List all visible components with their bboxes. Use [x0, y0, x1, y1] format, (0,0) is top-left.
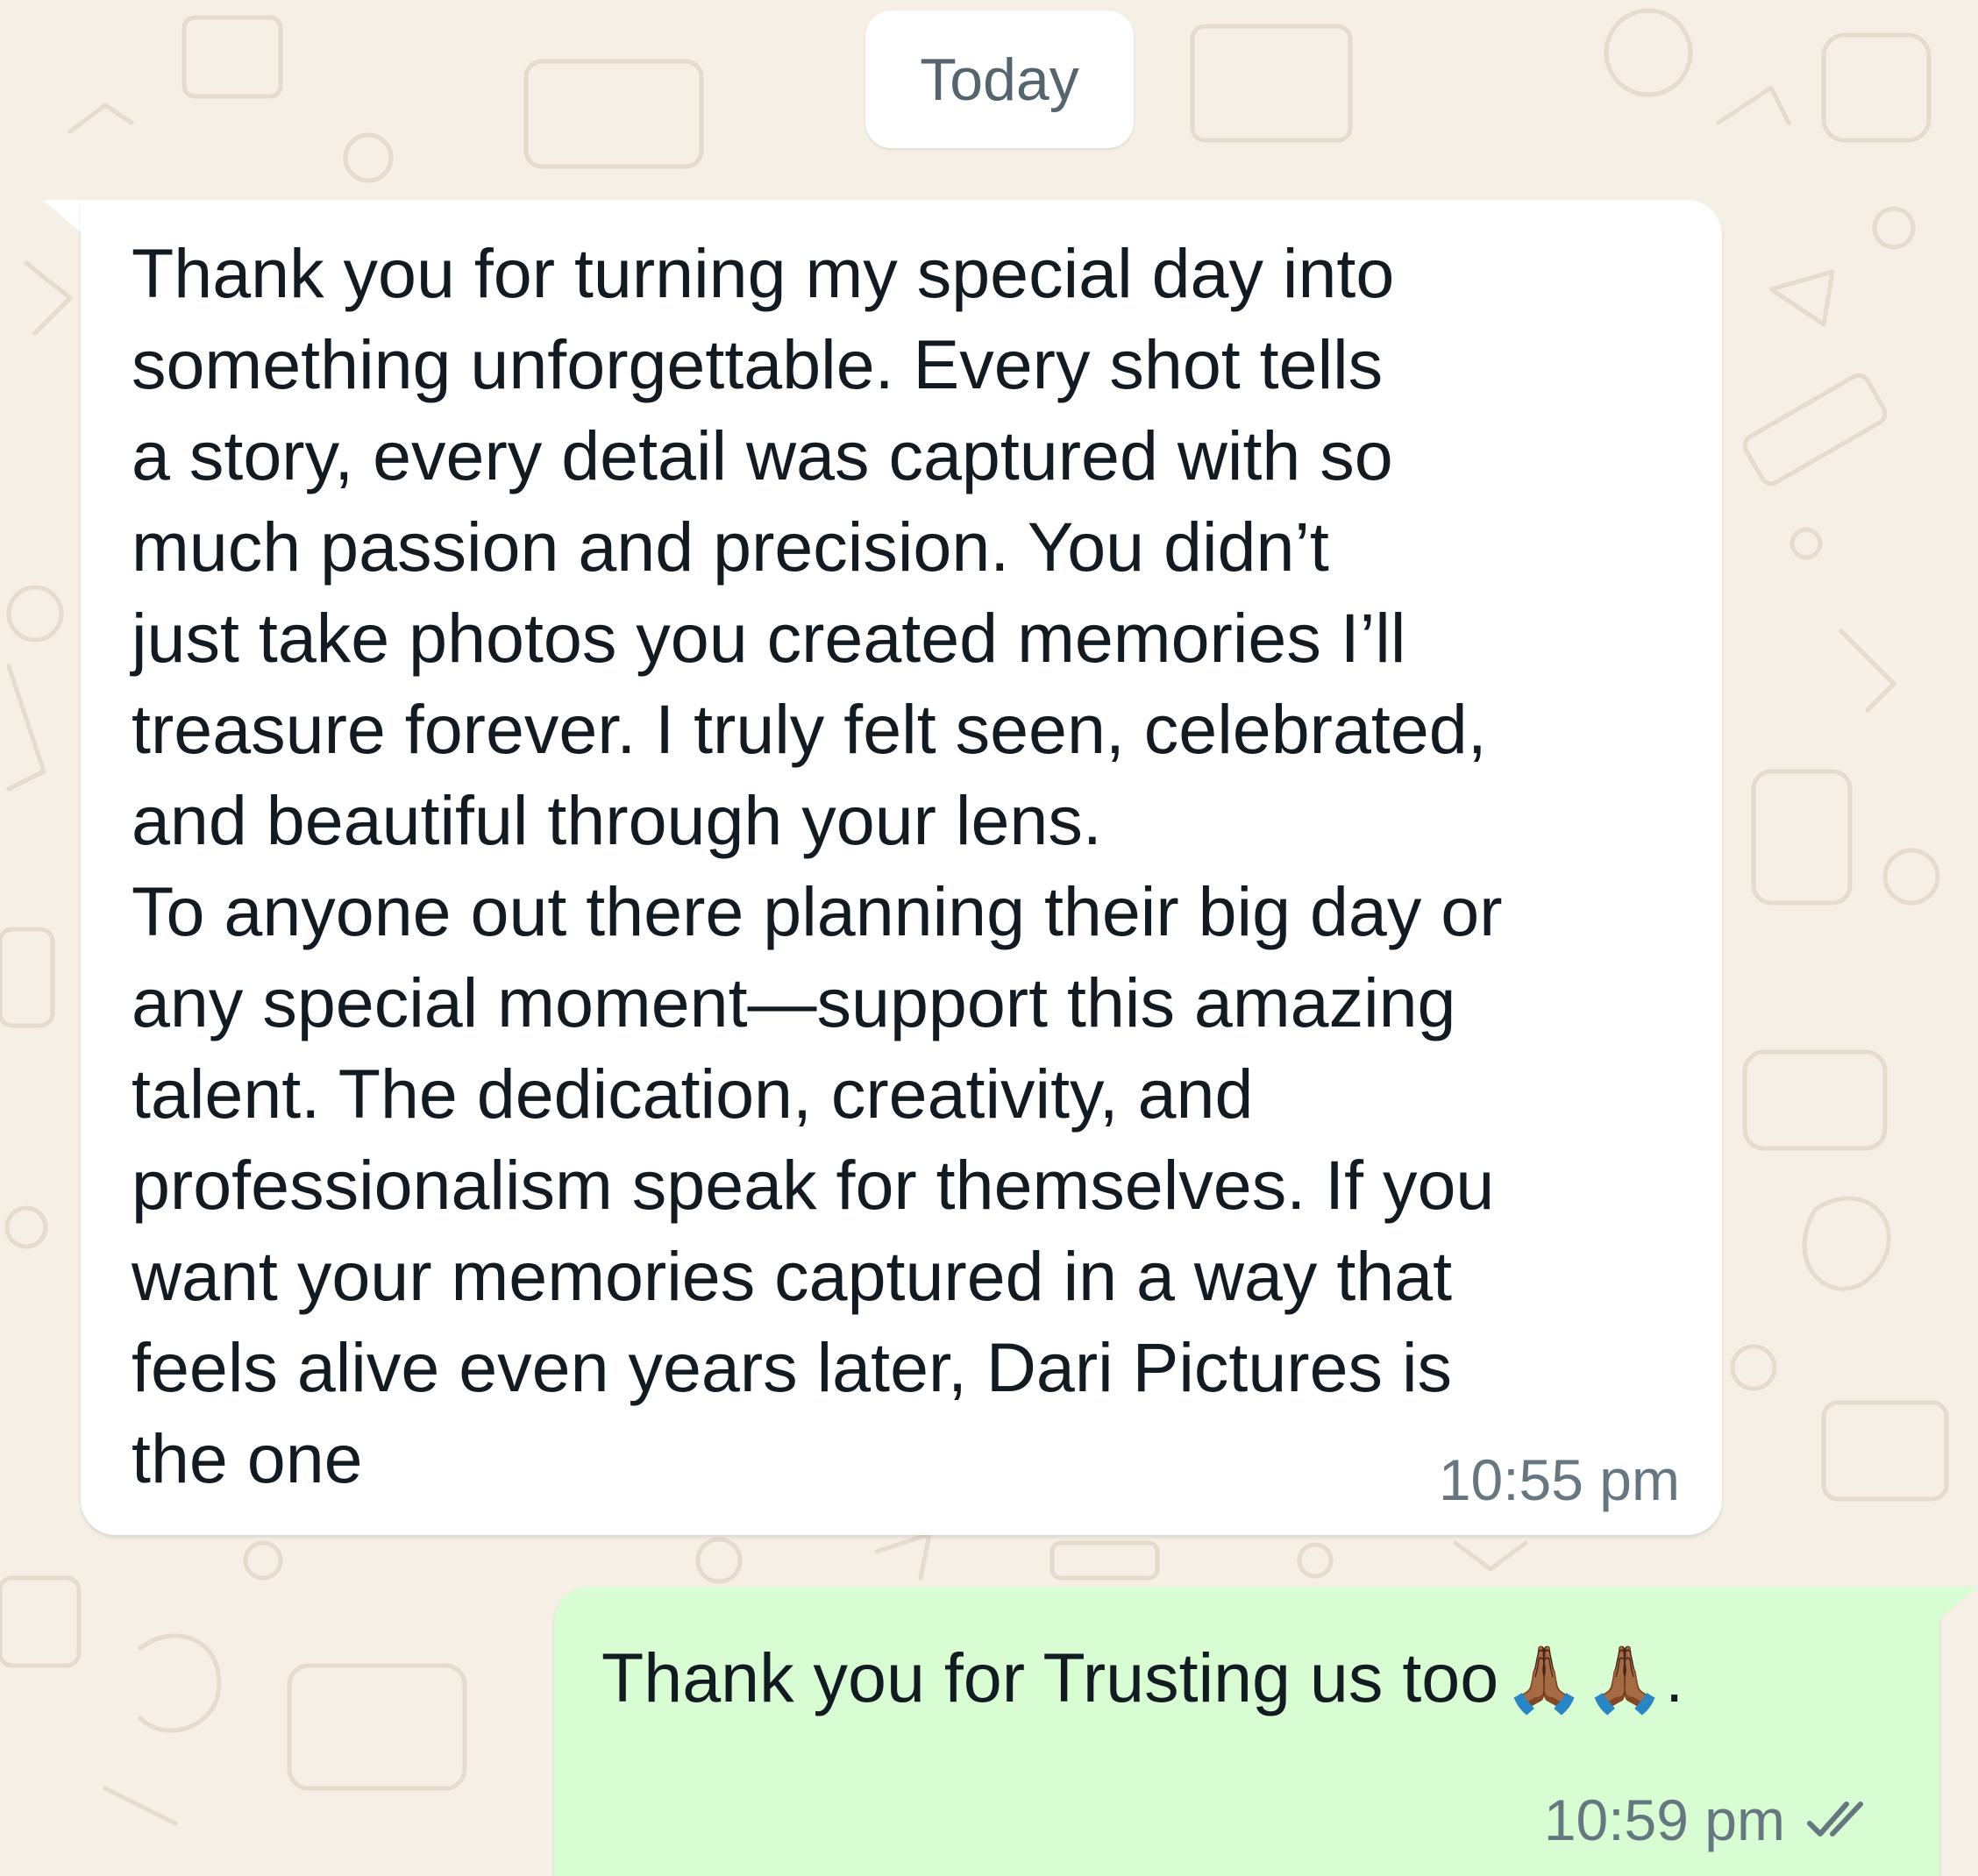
outgoing-bubble-tail — [1936, 1587, 1978, 1622]
incoming-bubble-tail — [42, 200, 84, 235]
date-separator: Today — [865, 11, 1134, 148]
praying-hands-emoji: 🙏🏾🙏🏾. — [1504, 1643, 1683, 1716]
outgoing-message-content: Thank you for Trusting us too🙏🏾🙏🏾. — [601, 1632, 1683, 1725]
date-separator-label: Today — [920, 46, 1079, 113]
outgoing-message-time: 10:59 pm — [1543, 1787, 1785, 1852]
outgoing-message-meta: 10:59 pm — [1544, 1787, 1875, 1853]
double-check-icon — [1807, 1801, 1863, 1837]
incoming-message-time: 10:55 pm — [1438, 1447, 1680, 1512]
incoming-message-text: Thank you for turning my special day int… — [132, 234, 1503, 1497]
outgoing-message-text: Thank you for Trusting us too — [601, 1638, 1499, 1716]
